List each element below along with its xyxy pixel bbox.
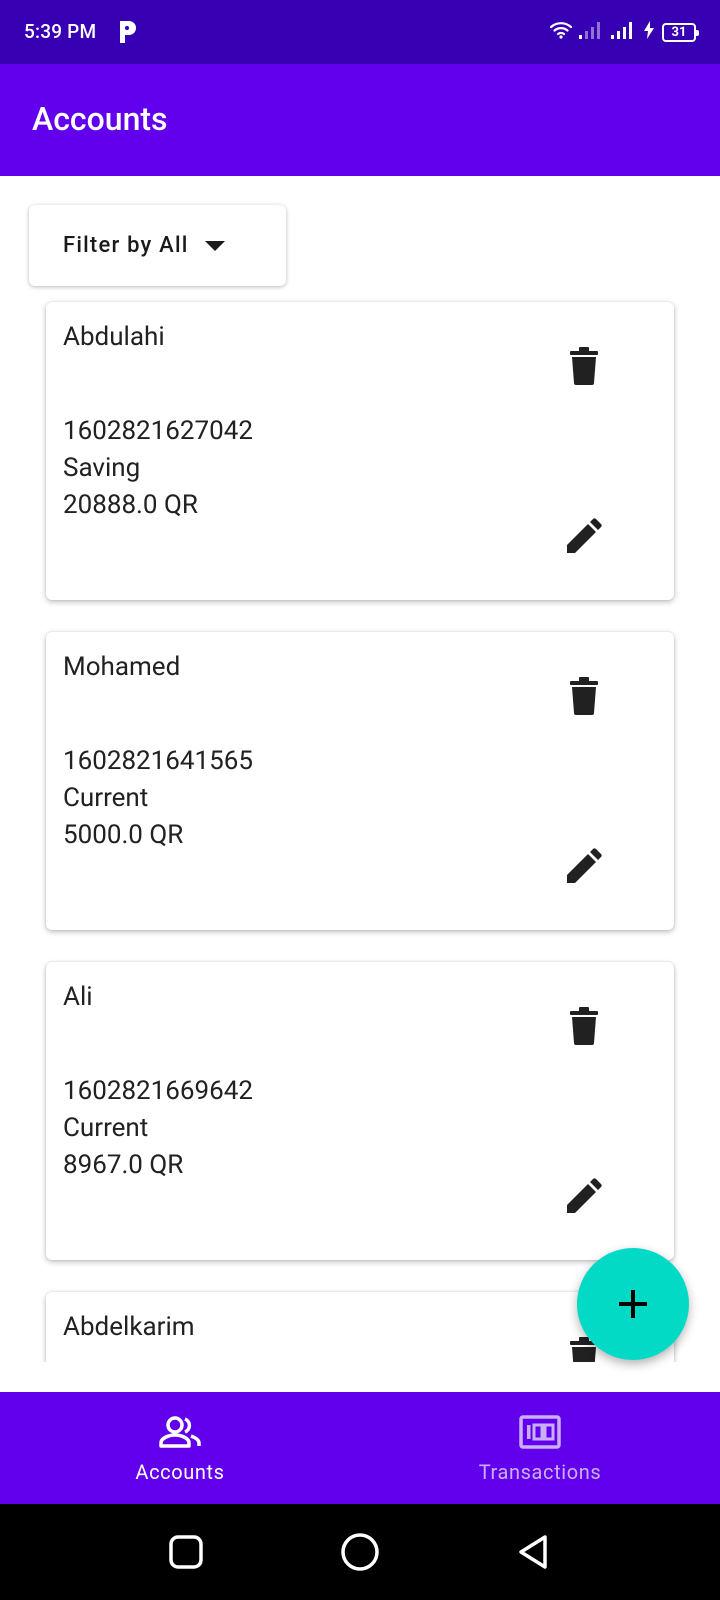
account-type: Current [63,1113,149,1143]
page-title: Accounts [32,100,168,138]
pencil-icon [567,1178,602,1213]
account-balance: 20888.0 QR [63,490,198,520]
status-time: 5:39 PM [24,20,97,43]
status-icons: 31 [549,20,699,44]
delete-button[interactable] [560,342,608,390]
plus-icon [619,1290,647,1318]
filter-dropdown[interactable]: Filter by All [29,205,286,286]
nav-label-accounts: Accounts [135,1460,225,1484]
account-type: Saving [63,453,141,483]
dropdown-arrow-icon [204,240,225,251]
trash-icon [570,347,598,385]
nav-item-accounts[interactable]: Accounts [0,1392,360,1504]
add-account-button[interactable] [577,1248,689,1360]
app-bar: Accounts [0,64,720,176]
delete-button[interactable] [560,672,608,720]
pencil-icon [567,848,602,883]
nav-item-transactions[interactable]: Transactions [360,1392,720,1504]
trash-icon [570,677,598,715]
account-number: 1602821641565 [63,746,253,776]
account-name: Abdelkarim [63,1312,195,1342]
account-number: 1602821669642 [63,1076,253,1106]
filter-label: Filter by All [63,233,189,258]
wifi-icon [549,21,573,43]
battery-indicator: 31 [662,22,699,42]
signal-icon [578,20,604,44]
pencil-icon [567,518,602,553]
account-balance: 8967.0 QR [63,1150,184,1180]
system-navigation-bar [0,1504,720,1600]
edit-button[interactable] [560,1172,608,1220]
charging-icon [642,20,656,44]
accounts-list-area[interactable]: Filter by All Abdulahi 1602821627042 Sav… [0,176,720,1362]
edit-button[interactable] [560,512,608,560]
status-bar: 5:39 PM 31 [0,0,720,64]
people-icon [158,1414,202,1450]
edit-button[interactable] [560,842,608,890]
account-number: 1602821627042 [63,416,253,446]
circle-icon [341,1533,379,1571]
account-card[interactable]: Abdulahi 1602821627042 Saving 20888.0 QR [46,302,674,600]
home-button[interactable] [336,1528,384,1576]
recent-apps-button[interactable] [162,1528,210,1576]
square-icon [169,1535,203,1569]
account-balance: 5000.0 QR [63,820,184,850]
account-name: Mohamed [63,652,181,682]
nav-label-transactions: Transactions [478,1460,602,1484]
bottom-navigation: Accounts Transactions [0,1392,720,1504]
trash-icon [570,1007,598,1045]
signal-icon-2 [610,20,636,44]
account-name: Ali [63,982,93,1012]
parking-app-icon [116,18,140,46]
account-card[interactable]: Mohamed 1602821641565 Current 5000.0 QR [46,632,674,930]
account-type: Current [63,783,149,813]
account-name: Abdulahi [63,322,165,352]
back-button[interactable] [510,1528,558,1576]
delete-button[interactable] [560,1002,608,1050]
counter-100-icon [518,1414,562,1450]
account-card[interactable]: Ali 1602821669642 Current 8967.0 QR [46,962,674,1260]
back-triangle-icon [519,1535,547,1569]
